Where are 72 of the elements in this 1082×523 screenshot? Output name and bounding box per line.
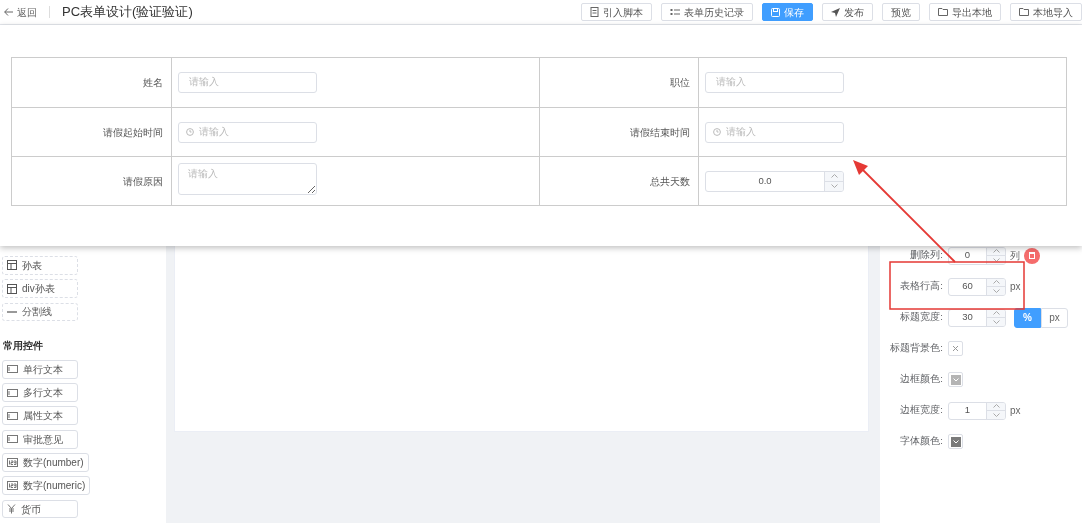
unit-toggle[interactable]: px	[1041, 307, 1068, 328]
input-box-icon	[7, 411, 18, 420]
toolbar-button[interactable]: 预览	[882, 3, 920, 21]
input-box-icon	[7, 435, 18, 444]
section-heading: 常用控件	[2, 338, 44, 353]
increment-icon[interactable]	[830, 174, 838, 178]
property-label: 表格行高:	[899, 279, 943, 294]
decrement-icon[interactable]	[992, 412, 1000, 417]
form-label: 请假起始时间	[103, 125, 163, 140]
increment-icon[interactable]	[992, 249, 1000, 254]
list-icon	[670, 7, 680, 17]
number-field[interactable]: 60	[948, 277, 1006, 296]
delete-button[interactable]	[1024, 247, 1040, 264]
clock-icon	[713, 128, 721, 136]
toolbar-button[interactable]: 本地导入	[1010, 3, 1082, 21]
property-label: 边框宽度:	[899, 403, 943, 418]
decrement-icon[interactable]	[992, 257, 1000, 262]
component-item[interactable]: 审批意见	[2, 429, 78, 449]
property-label: 标题背景色:	[889, 341, 943, 356]
component-item[interactable]: 数字(number)	[2, 453, 89, 472]
component-item[interactable]: 多行文本	[2, 383, 78, 402]
unit-label: 列	[1010, 249, 1020, 263]
component-item[interactable]: 数字(numeric)	[2, 476, 91, 496]
table-icon	[7, 260, 17, 271]
property-label: 边框颜色:	[899, 372, 943, 387]
color-picker[interactable]	[948, 341, 963, 356]
form-label: 职位	[670, 76, 690, 90]
toolbar-button[interactable]: 发布	[822, 3, 873, 21]
decrement-icon[interactable]	[992, 319, 1000, 324]
unit-label: px	[1010, 280, 1021, 294]
back-link[interactable]: 返回	[4, 4, 37, 20]
property-label: 字体颜色:	[899, 434, 943, 449]
component-item[interactable]: 货币	[2, 499, 78, 519]
form-label: 请假原因	[123, 174, 163, 189]
input-box-icon	[7, 388, 18, 397]
table-icon	[7, 283, 17, 294]
component-item[interactable]: 属性文本	[2, 406, 78, 426]
text-area[interactable]: 请输入	[178, 163, 317, 195]
toolbar-button[interactable]: 引入脚本	[581, 3, 652, 21]
decrement-icon[interactable]	[830, 184, 838, 188]
component-item[interactable]: 分割线	[2, 302, 78, 322]
decrement-icon[interactable]	[992, 288, 1000, 293]
number-field[interactable]: 1	[948, 401, 1006, 420]
increment-icon[interactable]	[992, 280, 1000, 285]
send-icon	[831, 7, 840, 17]
property-label: 标题宽度:	[899, 310, 943, 325]
increment-icon[interactable]	[992, 311, 1000, 316]
component-item[interactable]: 单行文本	[2, 359, 78, 379]
toolbar-button[interactable]: 导出本地	[929, 3, 1001, 21]
input-box-icon	[7, 365, 18, 374]
back-arrow-icon	[4, 8, 13, 16]
component-item[interactable]: div孙表	[2, 279, 78, 299]
document-icon	[590, 7, 599, 17]
unit-label: px	[1010, 404, 1021, 418]
page-title: PC表单设计(验证验证)	[62, 3, 193, 22]
form-label: 请假结束时间	[630, 125, 690, 140]
toolbar-button[interactable]: 表单历史记录	[661, 3, 753, 21]
trash-icon	[1029, 252, 1035, 259]
folder-icon	[938, 8, 948, 16]
increment-icon[interactable]	[992, 404, 1000, 409]
number-field[interactable]: 0.0	[705, 170, 844, 192]
form-label: 姓名	[143, 76, 163, 90]
property-label: 删除列:	[909, 248, 943, 263]
clock-icon	[186, 128, 194, 136]
component-item[interactable]: 孙表	[2, 256, 78, 275]
number-icon	[7, 481, 18, 491]
folder-icon	[1019, 8, 1029, 16]
yen-icon	[7, 504, 16, 515]
save-icon	[771, 7, 780, 17]
close-icon	[952, 345, 959, 352]
form-label: 总共天数	[650, 174, 690, 189]
number-icon	[7, 457, 18, 467]
